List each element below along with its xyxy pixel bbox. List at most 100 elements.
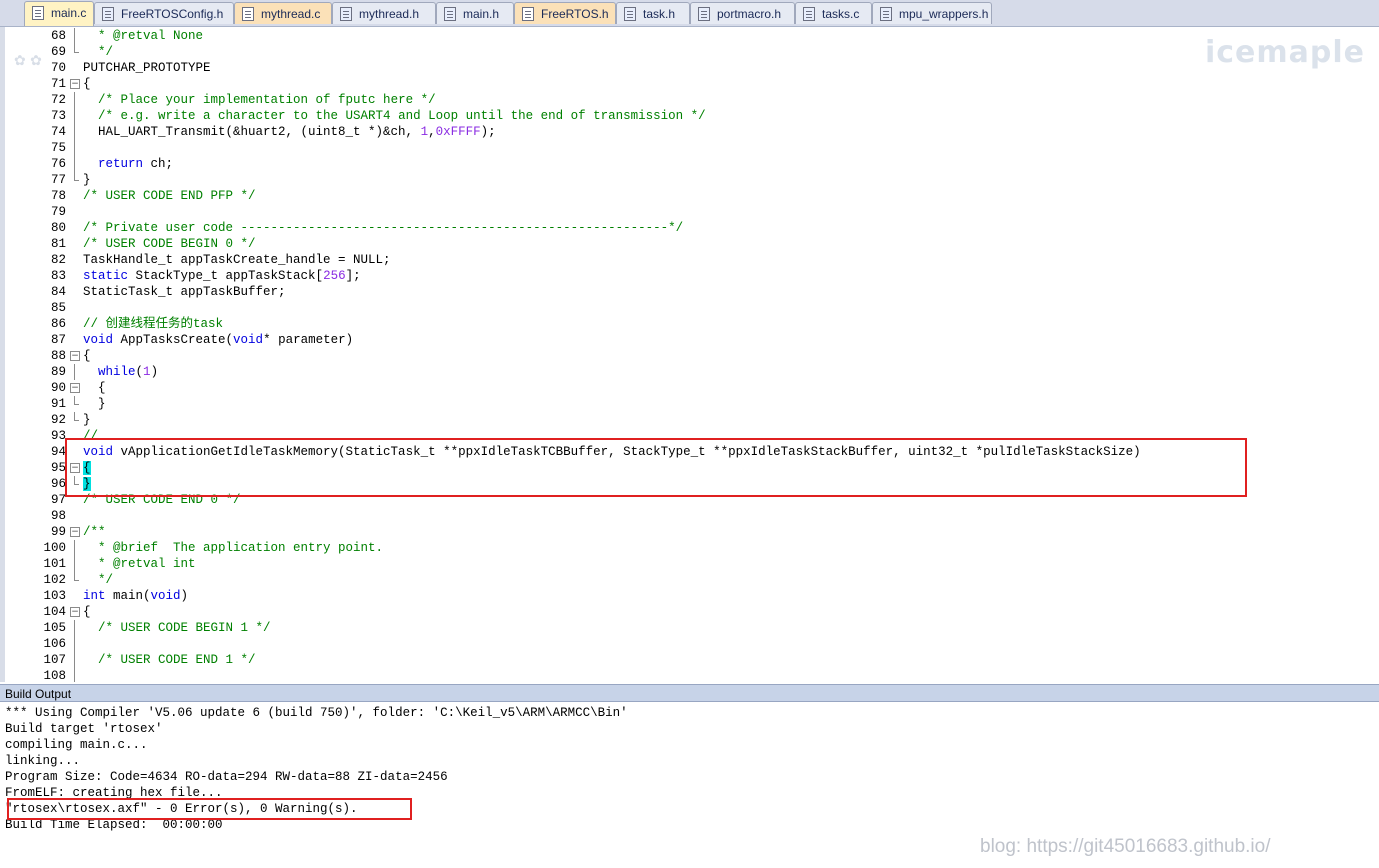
code-line[interactable]: 83 static StackType_t appTaskStack[256]; — [0, 268, 1379, 284]
code-line[interactable]: 68 * @retval None — [0, 28, 1379, 44]
tab-label: task.h — [643, 7, 676, 21]
tab-label: FreeRTOSConfig.h — [121, 7, 224, 21]
fold-guide — [70, 508, 80, 524]
code-line[interactable]: 70 PUTCHAR_PROTOTYPE — [0, 60, 1379, 76]
code-editor[interactable]: ✿ ✿ icemaple 68 * @retval None 69 */70 PUT… — [0, 27, 1379, 682]
file-icon — [340, 7, 352, 21]
tab-mpu_wrappers-h[interactable]: mpu_wrappers.h — [872, 2, 992, 24]
fold-toggle-icon[interactable] — [70, 604, 80, 620]
code-text: /* USER CODE END 1 */ — [83, 652, 256, 668]
line-number: 84 — [50, 285, 66, 299]
code-text: int main(void) — [83, 588, 188, 604]
line-number: 96 — [50, 477, 66, 491]
line-number: 80 — [50, 221, 66, 235]
fold-guide — [70, 108, 80, 124]
code-line[interactable]: 82 TaskHandle_t appTaskCreate_handle = NU… — [0, 252, 1379, 268]
code-line[interactable]: 88 { — [0, 348, 1379, 364]
code-line[interactable]: 81 /* USER CODE BEGIN 0 */ — [0, 236, 1379, 252]
fold-toggle-icon[interactable] — [70, 76, 80, 92]
code-line[interactable]: 101 * @retval int — [0, 556, 1379, 572]
code-token: * parameter) — [263, 333, 354, 347]
code-line[interactable]: 103 int main(void) — [0, 588, 1379, 604]
code-token: /* Place your implementation of fputc he… — [98, 93, 436, 107]
tab-task-h[interactable]: task.h — [616, 2, 690, 24]
code-token: AppTasksCreate( — [113, 333, 234, 347]
fold-guide — [70, 252, 80, 268]
file-icon — [444, 7, 456, 21]
line-number: 87 — [50, 333, 66, 347]
fold-guide — [70, 44, 80, 60]
code-text: /* USER CODE BEGIN 1 */ — [83, 620, 271, 636]
code-line[interactable]: 80 /* Private user code -----------------… — [0, 220, 1379, 236]
fold-toggle-icon[interactable] — [70, 380, 80, 396]
line-number: 102 — [43, 573, 66, 587]
tab-freertos-h[interactable]: FreeRTOS.h — [514, 2, 616, 24]
code-line[interactable]: 104 { — [0, 604, 1379, 620]
code-text: while(1) — [83, 364, 158, 380]
code-line[interactable]: 79 — [0, 204, 1379, 220]
code-line[interactable]: 89 while(1) — [0, 364, 1379, 380]
tab-label: portmacro.h — [717, 7, 782, 21]
code-token: { — [83, 349, 91, 363]
code-line[interactable]: 106 — [0, 636, 1379, 652]
line-number: 76 — [50, 157, 66, 171]
code-line[interactable]: 105 /* USER CODE BEGIN 1 */ — [0, 620, 1379, 636]
code-line[interactable]: 76 return ch; — [0, 156, 1379, 172]
line-number: 106 — [43, 637, 66, 651]
tab-main-h[interactable]: main.h — [436, 2, 514, 24]
line-number: 97 — [50, 493, 66, 507]
code-line[interactable]: 74 HAL_UART_Transmit(&huart2, (uint8_t *… — [0, 124, 1379, 140]
tab-main-c[interactable]: main.c — [24, 1, 94, 26]
code-token: */ — [83, 45, 114, 59]
code-line[interactable]: 86 // 创建线程任务的task — [0, 316, 1379, 332]
fold-guide — [70, 220, 80, 236]
code-line[interactable]: 71 { — [0, 76, 1379, 92]
code-line[interactable]: 107 /* USER CODE END 1 */ — [0, 652, 1379, 668]
fold-guide — [70, 284, 80, 300]
code-line[interactable]: 84 StaticTask_t appTaskBuffer; — [0, 284, 1379, 300]
file-icon — [32, 6, 44, 20]
build-output-line: compiling main.c... — [5, 738, 148, 752]
code-line[interactable]: 102 */ — [0, 572, 1379, 588]
file-icon — [880, 7, 892, 21]
line-number: 99 — [50, 525, 66, 539]
code-line[interactable]: 73 /* e.g. write a character to the USAR… — [0, 108, 1379, 124]
fold-toggle-icon[interactable] — [70, 524, 80, 540]
code-token: main( — [105, 589, 151, 603]
code-line[interactable]: 90 { — [0, 380, 1379, 396]
code-line[interactable]: 91 } — [0, 396, 1379, 412]
code-line[interactable]: 87 void AppTasksCreate(void* parameter) — [0, 332, 1379, 348]
code-token: /* USER CODE BEGIN 0 */ — [83, 237, 256, 251]
fold-guide — [70, 268, 80, 284]
code-line[interactable]: 78 /* USER CODE END PFP */ — [0, 188, 1379, 204]
tab-mythread-h[interactable]: mythread.h — [332, 2, 436, 24]
code-text: /* USER CODE BEGIN 0 */ — [83, 236, 256, 252]
code-line[interactable]: 72 /* Place your implementation of fputc… — [0, 92, 1379, 108]
code-line[interactable]: 92} — [0, 412, 1379, 428]
fold-toggle-icon[interactable] — [70, 348, 80, 364]
line-number: 79 — [50, 205, 66, 219]
code-text: // 创建线程任务的task — [83, 316, 223, 332]
code-line[interactable]: 69 */ — [0, 44, 1379, 60]
tab-portmacro-h[interactable]: portmacro.h — [690, 2, 795, 24]
code-token: { — [83, 77, 91, 91]
code-line[interactable]: 98 — [0, 508, 1379, 524]
code-token: while — [98, 365, 136, 379]
code-line[interactable]: 85 — [0, 300, 1379, 316]
code-line[interactable]: 100 * @brief The application entry point… — [0, 540, 1379, 556]
tab-freertosconfig-h[interactable]: FreeRTOSConfig.h — [94, 2, 234, 24]
line-number: 91 — [50, 397, 66, 411]
code-token: ]; — [345, 269, 361, 283]
code-token: /* Private user code -------------------… — [83, 221, 684, 235]
code-line[interactable]: 99 /** — [0, 524, 1379, 540]
code-line[interactable]: 75 — [0, 140, 1379, 156]
tab-label: main.h — [463, 7, 500, 21]
code-token: void — [233, 333, 264, 347]
code-line[interactable]: 77} — [0, 172, 1379, 188]
tab-mythread-c[interactable]: mythread.c — [234, 2, 332, 24]
code-line[interactable]: 108 — [0, 668, 1379, 682]
fold-guide — [70, 572, 80, 588]
tab-tasks-c[interactable]: tasks.c — [795, 2, 872, 24]
